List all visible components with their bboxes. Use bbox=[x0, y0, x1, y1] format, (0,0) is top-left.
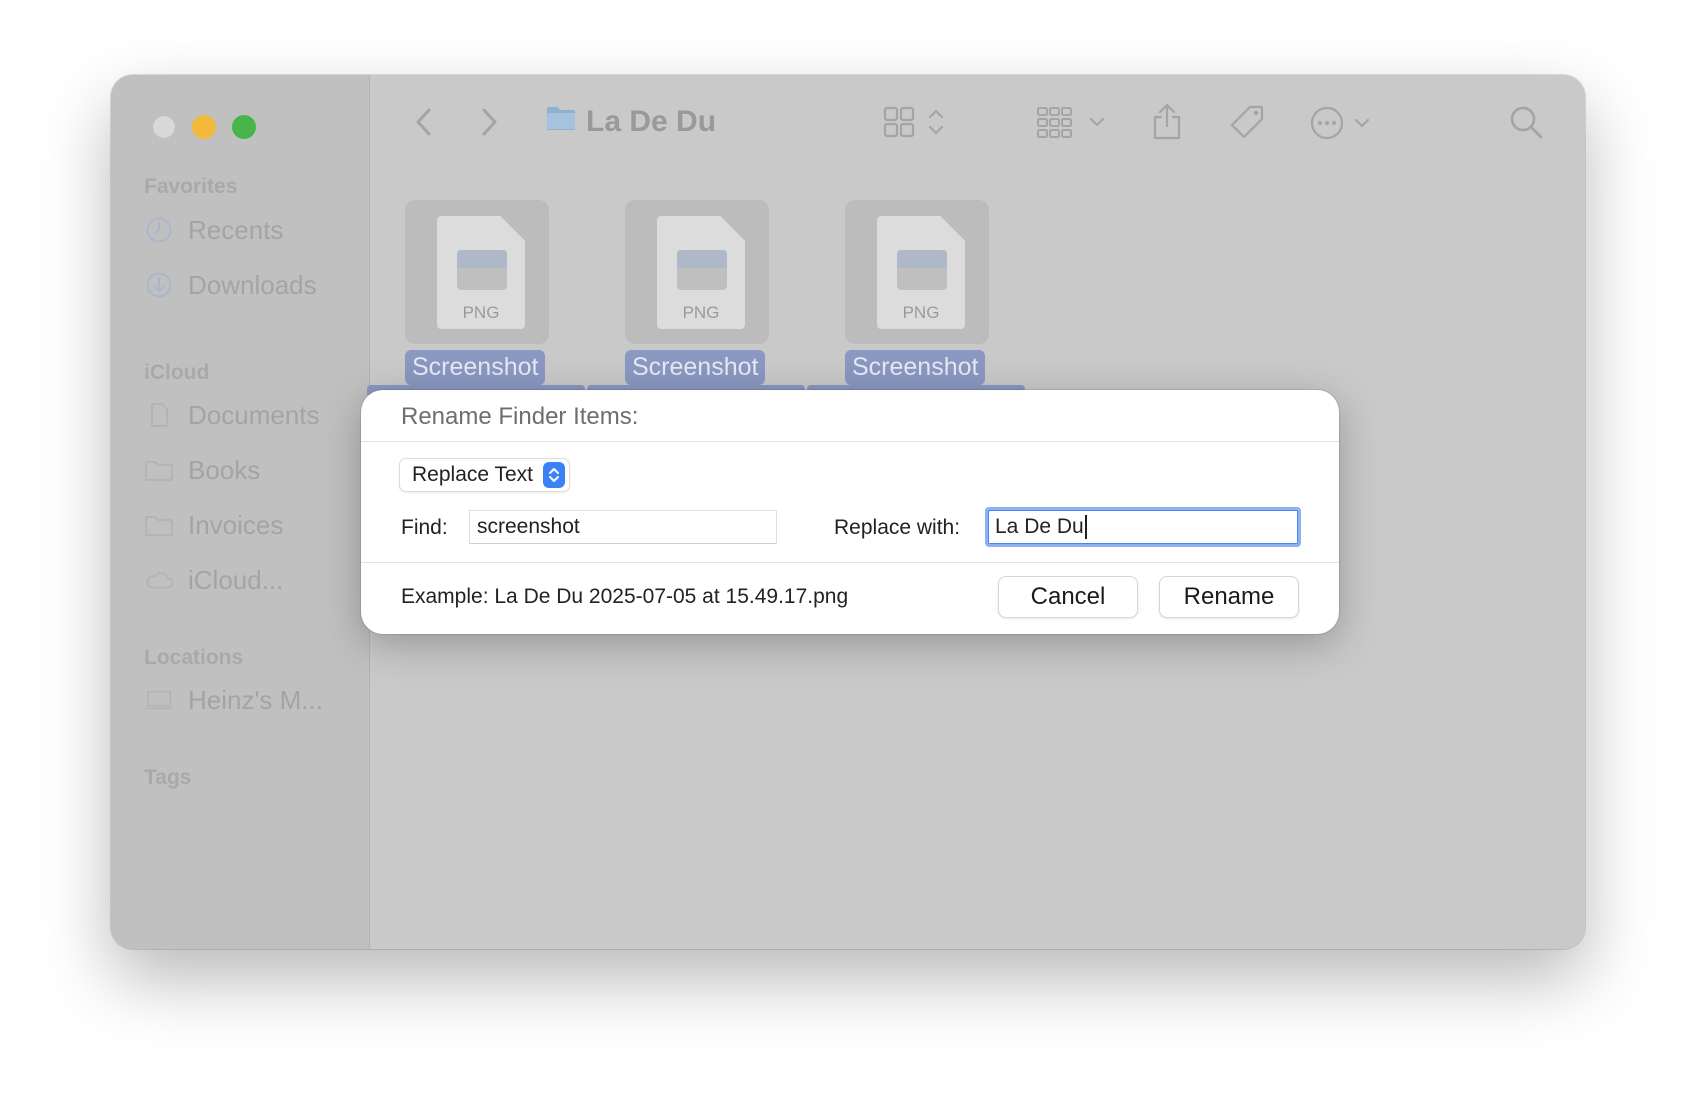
view-grid-icon[interactable] bbox=[881, 105, 953, 139]
sidebar-item-icloud-drive[interactable]: iCloud... bbox=[144, 562, 283, 598]
sidebar-item-books[interactable]: Books bbox=[144, 452, 260, 488]
file-extension: PNG bbox=[902, 303, 940, 322]
clock-icon bbox=[144, 215, 174, 245]
minimize-window-button[interactable] bbox=[192, 115, 216, 139]
sidebar-item-label: Invoices bbox=[188, 509, 284, 540]
file-thumbnail: PNG bbox=[625, 200, 769, 344]
file-extension: PNG bbox=[462, 303, 500, 322]
divider bbox=[361, 441, 1339, 442]
png-file-icon: PNG bbox=[437, 216, 525, 329]
sidebar-section-favorites: Favorites bbox=[144, 175, 238, 198]
sidebar-item-downloads[interactable]: Downloads bbox=[144, 267, 317, 303]
folder-icon bbox=[144, 455, 174, 485]
chevron-updown-icon bbox=[543, 462, 566, 488]
laptop-icon bbox=[144, 685, 174, 715]
find-input-value: screenshot bbox=[477, 515, 580, 538]
png-file-icon: PNG bbox=[657, 216, 745, 329]
window-title-text: La De Du bbox=[586, 105, 717, 138]
window-title: La De Du bbox=[546, 105, 716, 139]
sidebar-item-label: Books bbox=[188, 454, 261, 485]
sidebar-item-recents[interactable]: Recents bbox=[144, 212, 283, 248]
sidebar-section-locations: Locations bbox=[144, 646, 244, 669]
search-icon[interactable] bbox=[1507, 103, 1545, 141]
share-icon[interactable] bbox=[1150, 101, 1184, 141]
cloud-icon bbox=[144, 565, 174, 595]
file-name: Screenshot bbox=[845, 350, 986, 385]
divider bbox=[361, 562, 1339, 563]
find-input[interactable]: screenshot bbox=[469, 510, 777, 544]
group-by-icon[interactable] bbox=[1036, 105, 1112, 139]
forward-icon[interactable] bbox=[472, 105, 506, 139]
sidebar-item-label: iCloud... bbox=[188, 564, 284, 595]
sidebar-item-invoices[interactable]: Invoices bbox=[144, 507, 283, 543]
document-icon bbox=[144, 400, 174, 430]
sidebar-section-icloud: iCloud bbox=[144, 361, 210, 384]
find-label: Find: bbox=[401, 516, 448, 539]
sidebar-item-label: Downloads bbox=[188, 269, 317, 300]
file-name: Screenshot bbox=[405, 350, 546, 385]
more-actions-icon[interactable] bbox=[1310, 105, 1382, 141]
sidebar-item-documents[interactable]: Documents bbox=[144, 397, 320, 433]
rename-dialog: Rename Finder Items: Replace Text Find: … bbox=[361, 390, 1339, 634]
sidebar: Favorites Recents Downloads iCloud Docum… bbox=[111, 75, 370, 949]
sidebar-section-tags: Tags bbox=[144, 766, 192, 789]
file-thumbnail: PNG bbox=[405, 200, 549, 344]
rename-mode-value: Replace Text bbox=[412, 463, 534, 486]
download-circle-icon bbox=[144, 270, 174, 300]
example-text: Example: La De Du 2025-07-05 at 15.49.17… bbox=[401, 585, 849, 608]
sidebar-item-label: Recents bbox=[188, 214, 284, 245]
replace-with-value: La De Du bbox=[995, 515, 1084, 538]
cancel-button[interactable]: Cancel bbox=[998, 576, 1138, 618]
sidebar-item-macbook[interactable]: Heinz's M... bbox=[144, 682, 323, 718]
rename-button[interactable]: Rename bbox=[1159, 576, 1299, 618]
tag-icon[interactable] bbox=[1228, 103, 1268, 143]
file-name: Screenshot bbox=[625, 350, 766, 385]
maximize-window-button[interactable] bbox=[232, 115, 256, 139]
dialog-title: Rename Finder Items: bbox=[401, 403, 639, 430]
back-icon[interactable] bbox=[407, 105, 441, 139]
file-extension: PNG bbox=[682, 303, 720, 322]
folder-icon bbox=[144, 510, 174, 540]
sidebar-item-label: Documents bbox=[188, 399, 320, 430]
folder-icon bbox=[546, 105, 576, 139]
text-caret bbox=[1084, 515, 1087, 539]
close-window-button[interactable] bbox=[152, 115, 176, 139]
replace-with-label: Replace with: bbox=[834, 516, 961, 539]
replace-with-input[interactable]: La De Du bbox=[985, 507, 1301, 547]
png-file-icon: PNG bbox=[877, 216, 965, 329]
file-thumbnail: PNG bbox=[845, 200, 989, 344]
sidebar-item-label: Heinz's M... bbox=[188, 684, 323, 715]
rename-mode-select[interactable]: Replace Text bbox=[399, 458, 571, 492]
